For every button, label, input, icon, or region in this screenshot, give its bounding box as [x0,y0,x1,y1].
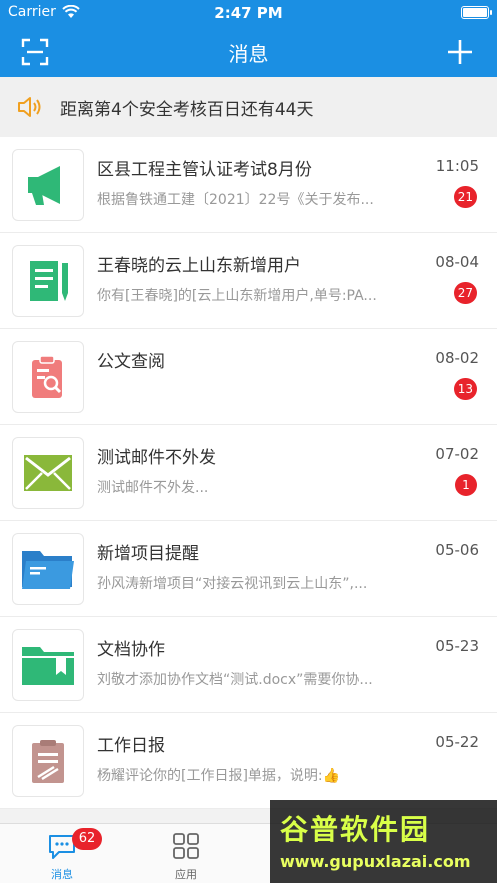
message-title: 新增项目提醒 [97,544,199,564]
message-preview: 刘敬才添加协作文档“测试.docx”需要你协... [97,672,373,688]
tab-label: 消息 [51,868,73,881]
report-clipboard-icon [12,725,84,797]
message-preview: 杨耀评论你的[工作日报]单据，说明:👍 [97,768,341,784]
folder-bookmark-icon [12,629,84,701]
clipboard-search-icon [12,341,84,413]
message-title: 区县工程主管认证考试8月份 [97,160,312,180]
message-preview: 测试邮件不外发... [97,480,209,496]
unread-badge: 27 [453,282,477,304]
message-title: 文档协作 [97,640,165,660]
message-title: 测试邮件不外发 [97,448,216,468]
message-list: 区县工程主管认证考试8月份 根据鲁铁通工建〔2021〕22号《关于发布... 1… [0,137,497,809]
notice-text: 距离第4个安全考核百日还有44天 [60,99,314,120]
list-item[interactable]: 测试邮件不外发 测试邮件不外发... 07-02 1 [0,425,497,521]
message-preview: 你有[王春晓]的[云上山东新增用户,单号:PA... [97,288,377,304]
list-item[interactable]: 公文查阅 08-02 13 [0,329,497,425]
tab-unread-badge: 62 [72,828,102,850]
battery-icon [461,6,492,19]
message-time: 05-22 [435,733,479,751]
list-item[interactable]: 新增项目提醒 孙风涛新增项目“对接云视讯到云上山东”,... 05-06 [0,521,497,617]
message-time: 08-02 [435,349,479,367]
message-preview: 孙风涛新增项目“对接云视讯到云上山东”,... [97,576,368,592]
watermark: 谷普软件园 www.gupuxlazai.com [270,800,497,883]
folder-icon [12,533,84,605]
apps-grid-icon [173,833,199,859]
envelope-icon [12,437,84,509]
tab-apps[interactable]: 应用 [124,824,248,883]
watermark-url: www.gupuxlazai.com [280,852,471,871]
unread-badge: 21 [453,186,477,208]
message-title: 工作日报 [97,736,165,756]
list-item[interactable]: 王春晓的云上山东新增用户 你有[王春晓]的[云上山东新增用户,单号:PA... … [0,233,497,329]
tab-label: 应用 [175,868,197,881]
status-bar: Carrier 2:47 PM [0,0,497,26]
unread-badge: 13 [453,378,477,400]
list-item[interactable]: 文档协作 刘敬才添加协作文档“测试.docx”需要你协... 05-23 [0,617,497,713]
message-time: 05-23 [435,637,479,655]
unread-badge: 1 [455,474,477,496]
message-time: 05-06 [435,541,479,559]
message-title: 王春晓的云上山东新增用户 [97,256,301,276]
page-title: 消息 [228,42,269,66]
list-item[interactable]: 工作日报 杨耀评论你的[工作日报]单据，说明:👍 05-22 [0,713,497,809]
watermark-title: 谷普软件园 [280,813,431,846]
header: Carrier 2:47 PM 消息 [0,0,497,77]
speaker-icon [18,97,41,117]
message-time: 08-04 [435,253,479,271]
message-time: 07-02 [435,445,479,463]
list-item[interactable]: 区县工程主管认证考试8月份 根据鲁铁通工建〔2021〕22号《关于发布... 1… [0,137,497,233]
plus-icon[interactable] [445,37,475,67]
tab-messages[interactable]: 62 消息 [0,824,124,883]
megaphone-icon [12,149,84,221]
message-time: 11:05 [435,157,479,175]
navbar: 消息 [0,26,497,77]
notice-banner[interactable]: 距离第4个安全考核百日还有44天 [0,77,497,137]
document-pen-icon [12,245,84,317]
message-title: 公文查阅 [97,352,165,372]
message-preview: 根据鲁铁通工建〔2021〕22号《关于发布... [97,192,374,208]
clock: 2:47 PM [214,4,283,22]
